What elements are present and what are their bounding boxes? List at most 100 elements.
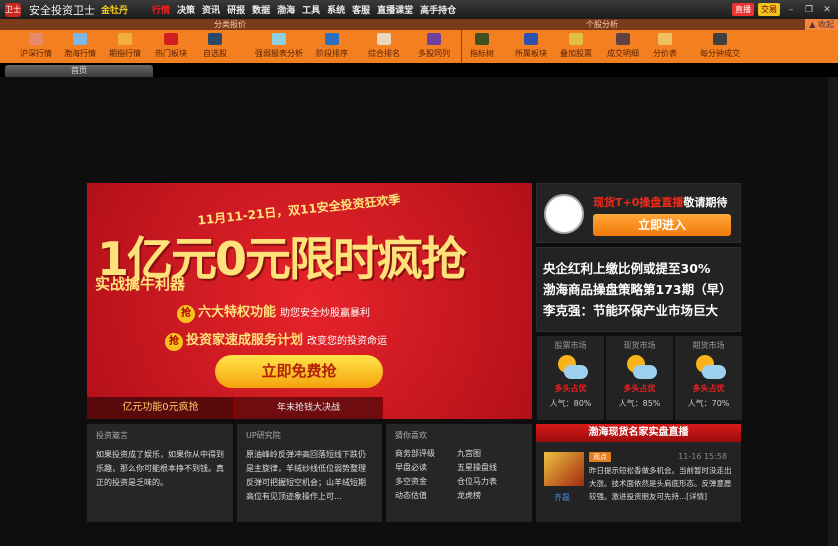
tool-label: 指标树 [470, 49, 494, 58]
tool-button[interactable]: 强弱报表分析 [255, 33, 303, 59]
menu-item[interactable]: 资讯 [202, 3, 220, 16]
tool-label: 综合排名 [368, 49, 400, 58]
grab-icon: 抢 [165, 333, 183, 351]
app-name: 安全投资卫士 [29, 3, 95, 17]
promo-highlight: 现货T+0操盘直播 [593, 196, 684, 209]
menu-item[interactable]: 系统 [327, 3, 345, 16]
tool-label: 叠加股票 [560, 49, 592, 58]
card-text[interactable]: 原油峰岭反弹冲高回落短线下跌仍是主旋律，羊绒纱线低位弱势整理反弹可把握短空机会；… [246, 448, 373, 504]
research-card[interactable]: UP研究院 原油峰岭反弹冲高回落短线下跌仍是主旋律，羊绒纱线低位弱势整理反弹可把… [237, 424, 382, 522]
avatar[interactable] [544, 452, 584, 486]
promo-rest: 敬请期待 [683, 196, 728, 209]
news-item[interactable]: 李克强：节能环保产业市场巨大 [543, 300, 732, 321]
enter-now-button[interactable]: 立即进入 [593, 214, 731, 236]
menu-item[interactable]: 数据 [252, 3, 270, 16]
menu-item[interactable]: 高手持仓 [420, 3, 456, 16]
market-weather-futures[interactable]: 期货市场 多头占优 人气：70% [675, 336, 742, 420]
section-header: 分类报价 个股分析 ▲ 收起 [0, 19, 838, 30]
app-edition: 金牡丹 [101, 6, 129, 16]
tool-label: 自选股 [203, 49, 227, 58]
menu-item[interactable]: 行情 [152, 3, 170, 16]
tool-label: 沪深行情 [20, 49, 52, 58]
expert-name[interactable]: 齐磊 [554, 492, 570, 503]
recommend-link[interactable]: 仓位马力表 [457, 476, 517, 487]
market-weather-stock[interactable]: 股票市场多头占优人气：80% [537, 336, 604, 420]
sun-cloud-icon [554, 355, 588, 381]
minimize-button[interactable]: – [784, 5, 798, 15]
tool-label: 多股同列 [418, 49, 450, 58]
card-text: 如果投资成了娱乐，如果你从中得到乐趣，那么你可能根本挣不到钱。真正的投资是乏味的… [96, 450, 224, 487]
tool-button[interactable]: 自选股 [203, 33, 227, 59]
toolbar: 沪深行情 渤海行情 期指行情 热门板块 自选股 强弱报表分析 阶段排序 综合排名 多股同列 指标树… [0, 30, 838, 63]
post-text[interactable]: 昨日提示短松香做多机会。当前暂时没走出大涨。技术面依然是头肩底形态。反弹意愿较强… [589, 464, 734, 503]
tool-button[interactable]: 指标树 [470, 33, 494, 59]
card-title: 投资箴言 [96, 431, 128, 440]
tool-icon [118, 33, 132, 45]
tool-button[interactable]: 期指行情 [109, 33, 141, 59]
tool-button[interactable]: 阶段排序 [316, 33, 348, 59]
app-logo: 卫士 [5, 2, 21, 17]
menu-item[interactable]: 决策 [177, 3, 195, 16]
tool-button[interactable]: 沪深行情 [20, 33, 52, 59]
sun-cloud-icon [692, 355, 726, 381]
recommend-link[interactable]: 五星操盘线 [457, 462, 517, 473]
market-weather-spot[interactable]: 现货市场 多头占优 人气：85% [606, 336, 673, 420]
tool-button[interactable]: 分价表 [653, 33, 677, 59]
promo-title: 现货T+0操盘直播敬请期待 [593, 194, 727, 210]
menu-item[interactable]: 直播课堂 [377, 3, 413, 16]
scrollbar[interactable] [828, 77, 838, 546]
tool-icon [475, 33, 489, 45]
tool-button[interactable]: 多股同列 [418, 33, 450, 59]
tool-label: 分价表 [653, 49, 677, 58]
tool-label: 所属板块 [515, 49, 547, 58]
restore-button[interactable]: ❐ [802, 5, 816, 15]
promo-banner[interactable]: 11月11-21日，双11安全投资狂欢季 1亿元0元限时疯抢 实战擒牛利器 抢六… [87, 183, 532, 419]
menu-item[interactable]: 渤海 [277, 3, 295, 16]
tool-button[interactable]: 渤海行情 [64, 33, 96, 59]
recommend-link[interactable]: 早盘必读 [395, 462, 457, 473]
tool-button[interactable]: 所属板块 [515, 33, 547, 59]
tool-icon [377, 33, 391, 45]
market-status: 多头占优 [554, 384, 587, 393]
news-item[interactable]: 央企红利上缴比例或提至30% [543, 258, 732, 279]
tool-icon [569, 33, 583, 45]
news-panel: 央企红利上缴比例或提至30% 渤海商品操盘策略第173期（早） 李克强：节能环保… [536, 247, 741, 332]
tab-home[interactable]: 首页 [5, 65, 153, 77]
free-grab-button[interactable]: 立即免费抢 [215, 355, 383, 388]
menu-item[interactable]: 工具 [302, 3, 320, 16]
recommend-link[interactable]: 商务部评级 [395, 448, 457, 459]
menu-item[interactable]: 客服 [352, 3, 370, 16]
market-popularity: 人气：80% [549, 399, 592, 408]
tool-button[interactable]: 热门板块 [155, 33, 187, 59]
collapse-button[interactable]: ▲ 收起 [805, 19, 838, 30]
banner-feature-2: 抢投资家速成服务计划 改变您的投资命运 [165, 329, 387, 351]
market-name: 股票市场 [554, 341, 587, 350]
trade-button[interactable]: 交易 [758, 3, 780, 16]
post-time: 11-16 15:58 [678, 452, 727, 461]
menu-item[interactable]: 研报 [227, 3, 245, 16]
live-button[interactable]: 直播 [732, 3, 754, 16]
market-name: 期货市场 [692, 341, 725, 350]
close-button[interactable]: ✕ [820, 5, 834, 15]
market-status: 多头占优 [692, 384, 725, 393]
tool-button[interactable]: 成交明细 [607, 33, 639, 59]
feature-title: 投资家速成服务计划 [186, 333, 304, 348]
tool-label: 热门板块 [155, 49, 187, 58]
recommend-link[interactable]: 九宫图 [457, 448, 517, 459]
banner-feature-1: 抢六大特权功能 助您安全炒股赢暴利 [177, 301, 370, 323]
recommend-link[interactable]: 动态估值 [395, 490, 457, 501]
banner-tab[interactable]: 年末抢钱大决战 [235, 397, 383, 419]
tool-button[interactable]: 每分钟成交 [700, 33, 740, 59]
tab-bar: 首页 [0, 63, 838, 77]
banner-tab[interactable]: 亿元功能0元疯抢 [87, 397, 235, 419]
expert-live-panel: 渤海现货名家实盘直播 齐磊 观点 11-16 15:58 昨日提示短松香做多机会… [536, 424, 741, 522]
news-item[interactable]: 渤海商品操盘策略第173期（早） [543, 279, 732, 300]
recommend-link[interactable]: 龙虎榜 [457, 490, 517, 501]
tool-button[interactable]: 综合排名 [368, 33, 400, 59]
tool-label: 成交明细 [607, 49, 639, 58]
tool-icon [713, 33, 727, 45]
main-menu: 行情 决策 资讯 研报 数据 渤海 工具 系统 客服 直播课堂 高手持仓 [152, 3, 456, 16]
recommend-link[interactable]: 多空资金 [395, 476, 457, 487]
tool-button[interactable]: 叠加股票 [560, 33, 592, 59]
sun-cloud-icon [623, 355, 657, 381]
